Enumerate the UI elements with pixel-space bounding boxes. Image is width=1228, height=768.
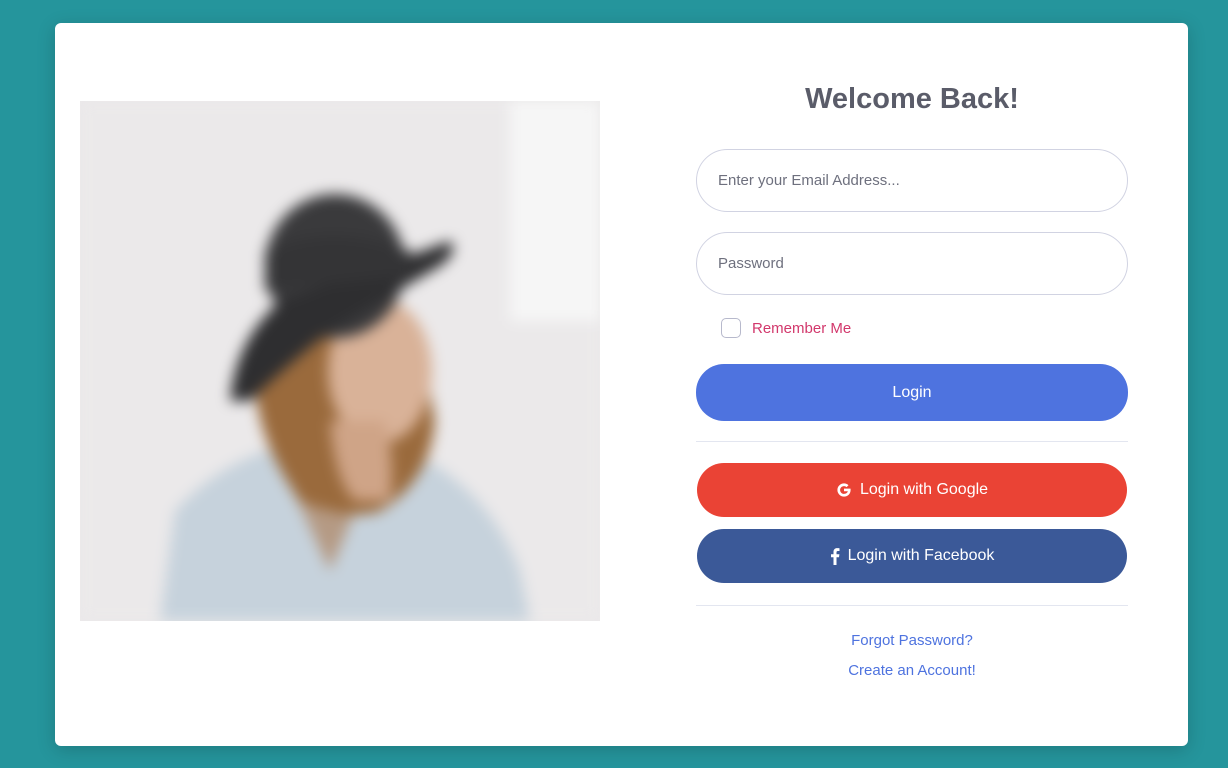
- remember-me-label: Remember Me: [752, 319, 852, 337]
- page-title: Welcome Back!: [805, 83, 1019, 115]
- divider: [696, 441, 1128, 442]
- login-google-button[interactable]: Login with Google: [697, 463, 1127, 517]
- remember-me-checkbox[interactable]: [721, 318, 741, 338]
- forgot-password-link[interactable]: Forgot Password?: [696, 632, 1128, 649]
- google-icon: [836, 482, 852, 498]
- divider: [696, 605, 1128, 606]
- login-button[interactable]: Login: [696, 364, 1128, 421]
- remember-me-toggle[interactable]: Remember Me: [721, 318, 851, 338]
- email-field[interactable]: [696, 149, 1128, 212]
- facebook-icon: [830, 547, 840, 565]
- password-field[interactable]: [696, 232, 1128, 295]
- login-google-label: Login with Google: [859, 481, 989, 498]
- login-facebook-button[interactable]: Login with Facebook: [697, 529, 1127, 583]
- profile-photo: [80, 101, 600, 621]
- login-facebook-label: Login with Facebook: [847, 547, 995, 564]
- login-card: Welcome Back! Remember Me Login Login wi…: [55, 23, 1188, 746]
- create-account-link[interactable]: Create an Account!: [696, 662, 1128, 679]
- login-button-label: Login: [892, 383, 932, 401]
